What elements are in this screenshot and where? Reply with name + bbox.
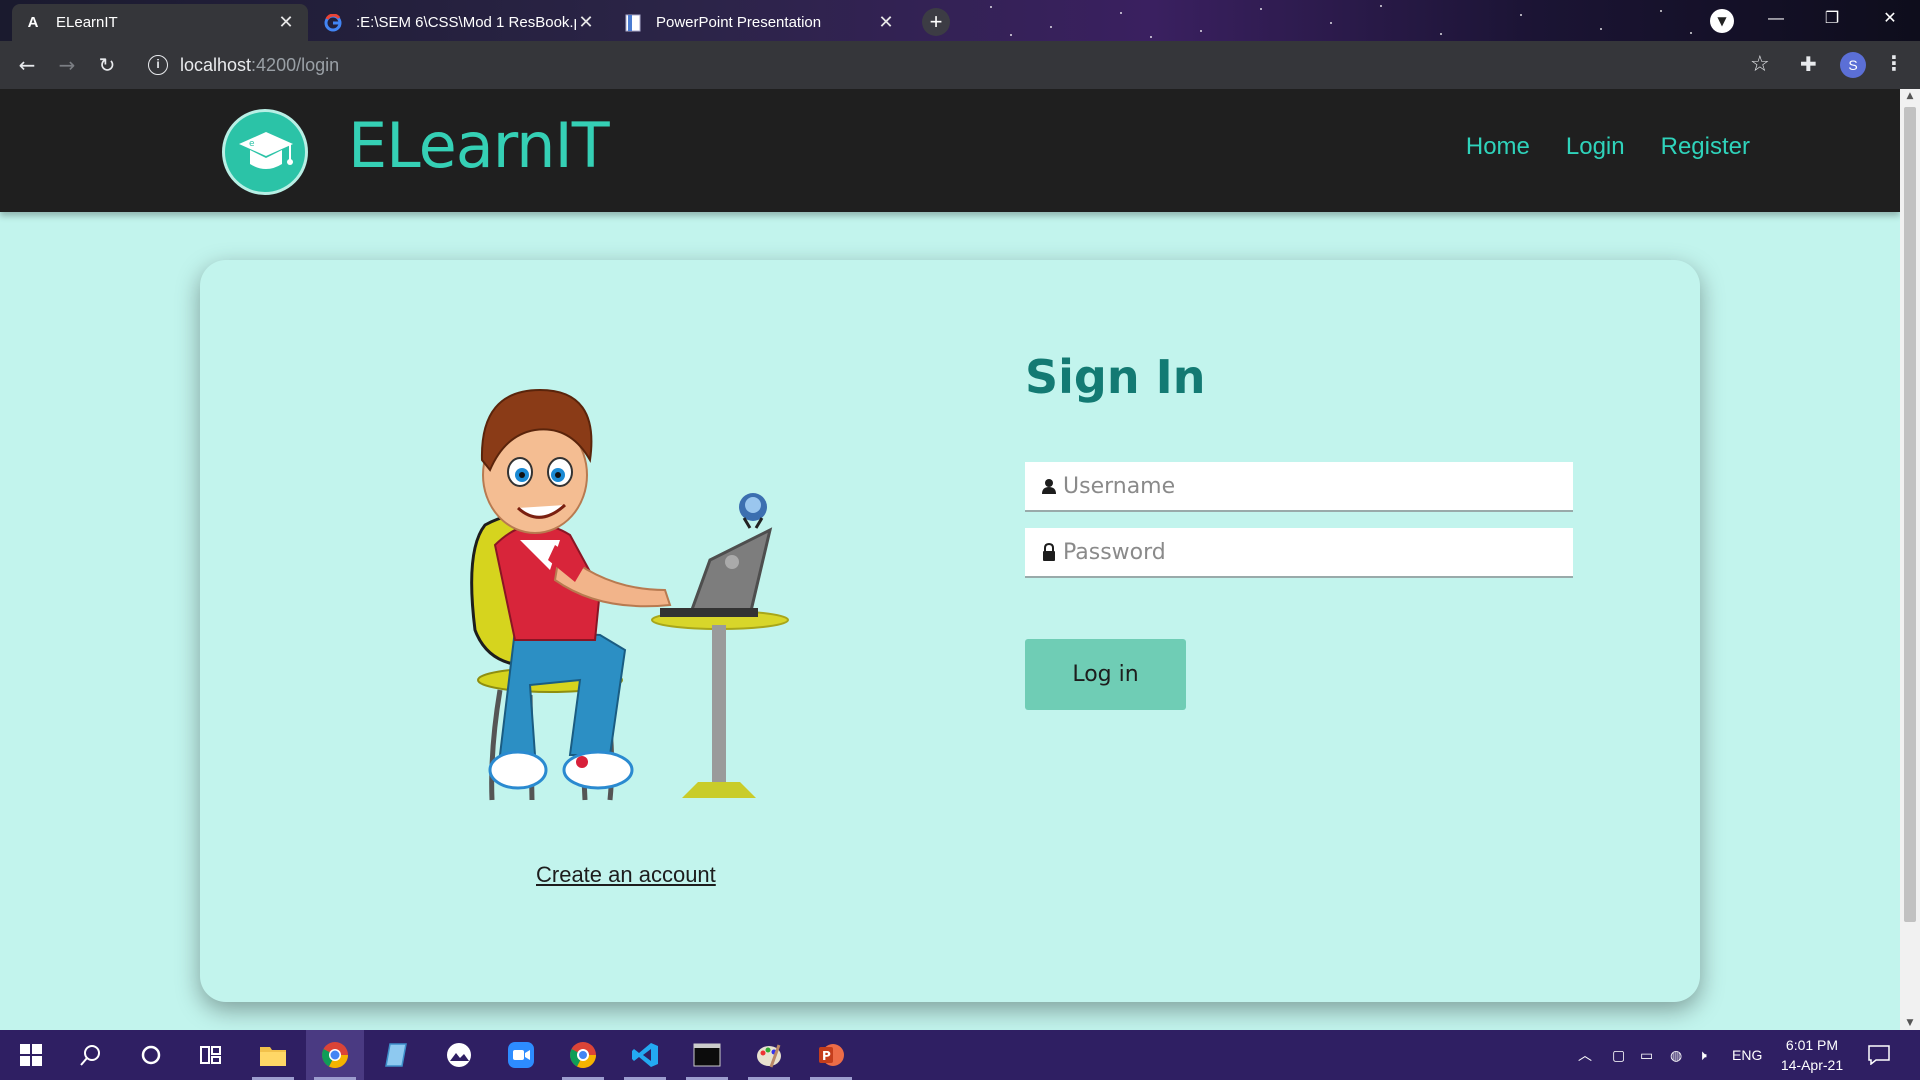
search-icon[interactable] bbox=[62, 1030, 120, 1080]
network-globe-icon[interactable]: ◍ bbox=[1670, 1030, 1682, 1080]
zoom-icon[interactable] bbox=[492, 1030, 550, 1080]
tab-search-icon[interactable]: ▼ bbox=[1710, 9, 1734, 33]
tab-title: PowerPoint Presentation bbox=[656, 14, 822, 31]
show-hidden-icons-chevron-icon[interactable]: ︿ bbox=[1578, 1030, 1592, 1080]
password-input[interactable] bbox=[1063, 528, 1573, 576]
url-host: localhost bbox=[180, 54, 252, 75]
lock-icon bbox=[1039, 543, 1059, 561]
create-account-link[interactable]: Create an account bbox=[536, 862, 716, 888]
meet-now-icon[interactable]: ▢ bbox=[1612, 1030, 1625, 1080]
chrome-icon[interactable] bbox=[306, 1030, 364, 1080]
close-tab-icon[interactable]: ✕ bbox=[276, 12, 296, 33]
clock-date: 14-Apr-21 bbox=[1780, 1057, 1844, 1073]
tab-pdf[interactable]: :E:\SEM 6\CSS\Mod 1 ResBook.pdf ✕ bbox=[312, 4, 608, 41]
notepad-icon[interactable] bbox=[368, 1030, 426, 1080]
file-explorer-icon[interactable] bbox=[244, 1030, 302, 1080]
reload-icon[interactable]: ↻ bbox=[93, 51, 121, 79]
address-toolbar: ← → ↻ i localhost:4200/login ☆ ✚ S ⋮ bbox=[0, 41, 1920, 89]
close-tab-icon[interactable]: ✕ bbox=[876, 12, 896, 33]
nav-home-link[interactable]: Home bbox=[1466, 133, 1530, 161]
scrollbar-thumb[interactable] bbox=[1904, 107, 1916, 922]
site-navbar: e ELearnIT Home Login Register bbox=[0, 89, 1900, 212]
username-input[interactable] bbox=[1063, 462, 1573, 510]
graduation-cap-logo-icon[interactable]: e bbox=[222, 109, 308, 195]
nav-register-link[interactable]: Register bbox=[1661, 133, 1750, 161]
bookmark-star-icon[interactable]: ☆ bbox=[1750, 52, 1770, 77]
scroll-down-arrow-icon[interactable]: ▼ bbox=[1900, 1018, 1920, 1028]
task-view-icon[interactable] bbox=[182, 1030, 240, 1080]
clock-time: 6:01 PM bbox=[1785, 1037, 1839, 1053]
scroll-up-arrow-icon[interactable]: ▲ bbox=[1900, 91, 1920, 101]
angular-favicon-icon: A bbox=[27, 14, 39, 31]
vscode-icon[interactable] bbox=[616, 1030, 674, 1080]
tab-title: ELearnIT bbox=[56, 14, 118, 31]
site-info-icon[interactable]: i bbox=[148, 55, 168, 75]
back-arrow-icon[interactable]: ← bbox=[13, 51, 41, 79]
paint-icon[interactable] bbox=[740, 1030, 798, 1080]
battery-icon[interactable]: ▭ bbox=[1640, 1030, 1653, 1080]
brand-title[interactable]: ELearnIT bbox=[348, 109, 610, 182]
new-tab-button[interactable]: + bbox=[922, 8, 950, 36]
browser-tab-strip: A ELearnIT ✕ :E:\SEM 6\CSS\Mod 1 ResBook… bbox=[0, 0, 1920, 41]
taskbar-clock[interactable]: 6:01 PM 14-Apr-21 bbox=[1772, 1035, 1852, 1075]
close-window-icon[interactable]: ✕ bbox=[1862, 0, 1918, 41]
extensions-puzzle-icon[interactable]: ✚ bbox=[1800, 52, 1817, 76]
login-card: Create an account Sign In Log in bbox=[200, 260, 1700, 1002]
volume-muted-icon[interactable]: 🕨 bbox=[1698, 1030, 1707, 1080]
browser-menu-icon[interactable]: ⋮ bbox=[1884, 51, 1904, 75]
nav-links: Home Login Register bbox=[1466, 133, 1750, 161]
google-favicon-icon bbox=[324, 13, 342, 32]
page-viewport: e ELearnIT Home Login Register Create an… bbox=[0, 89, 1900, 1030]
forward-arrow-icon[interactable]: → bbox=[53, 51, 81, 79]
tab-elearnit[interactable]: A ELearnIT ✕ bbox=[12, 4, 308, 41]
language-indicator[interactable]: ENG bbox=[1732, 1030, 1762, 1080]
tab-powerpoint[interactable]: PowerPoint Presentation ✕ bbox=[612, 4, 908, 41]
username-field[interactable] bbox=[1025, 462, 1573, 512]
document-favicon-icon bbox=[624, 14, 642, 32]
windows-start-icon[interactable] bbox=[2, 1030, 60, 1080]
svg-text:e: e bbox=[249, 139, 255, 149]
url-path: :4200/login bbox=[251, 54, 340, 75]
password-field[interactable] bbox=[1025, 528, 1573, 578]
login-button[interactable]: Log in bbox=[1025, 639, 1186, 710]
cortana-icon[interactable] bbox=[122, 1030, 180, 1080]
chrome-profile-icon[interactable] bbox=[554, 1030, 612, 1080]
windows-taskbar: P ︿ ▢ ▭ ◍ 🕨 ENG 6:01 PM 14-Apr-21 bbox=[0, 1030, 1920, 1080]
tab-title: :E:\SEM 6\CSS\Mod 1 ResBook.pdf bbox=[356, 14, 576, 31]
photos-icon[interactable] bbox=[430, 1030, 488, 1080]
boy-with-laptop-illustration bbox=[470, 388, 789, 801]
nav-login-link[interactable]: Login bbox=[1566, 133, 1625, 161]
notifications-icon[interactable] bbox=[1868, 1030, 1890, 1080]
sign-in-title: Sign In bbox=[1025, 350, 1206, 404]
close-tab-icon[interactable]: ✕ bbox=[576, 12, 596, 33]
page-scrollbar[interactable]: ▲ ▼ bbox=[1900, 89, 1920, 1030]
profile-avatar[interactable]: S bbox=[1840, 52, 1866, 78]
user-icon bbox=[1039, 478, 1059, 494]
terminal-icon[interactable] bbox=[678, 1030, 736, 1080]
svg-text:P: P bbox=[822, 1049, 831, 1063]
powerpoint-icon[interactable]: P bbox=[802, 1030, 860, 1080]
url-bar[interactable]: i localhost:4200/login bbox=[140, 47, 1760, 83]
minimize-icon[interactable]: — bbox=[1748, 0, 1804, 41]
restore-icon[interactable]: ❐ bbox=[1804, 0, 1860, 41]
